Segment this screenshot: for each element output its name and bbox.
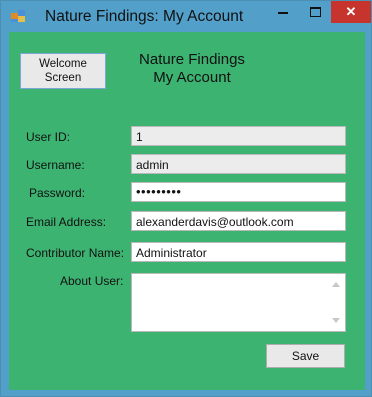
password-label: Password: <box>29 186 86 200</box>
about-user-label: About User: <box>60 274 124 288</box>
user-id-field[interactable]: 1 <box>131 126 346 146</box>
contributor-name-label: Contributor Name: <box>26 246 125 260</box>
about-user-textarea[interactable] <box>131 273 346 332</box>
scroll-down-icon[interactable] <box>332 318 340 323</box>
page-heading: Nature Findings My Account <box>120 51 264 87</box>
close-button[interactable]: ✕ <box>331 1 371 23</box>
maximize-button[interactable] <box>299 1 331 25</box>
welcome-button-line2: Screen <box>44 72 82 84</box>
heading-line2: My Account <box>153 69 231 86</box>
username-label: Username: <box>26 158 85 172</box>
save-button[interactable]: Save <box>266 344 345 368</box>
scroll-up-icon[interactable] <box>332 282 340 287</box>
email-field[interactable]: alexanderdavis@outlook.com <box>131 211 346 231</box>
heading-line1: Nature Findings <box>139 51 245 68</box>
app-icon <box>11 10 25 22</box>
email-label: Email Address: <box>26 215 107 229</box>
about-user-scrollbar[interactable] <box>328 274 345 331</box>
password-field[interactable]: ••••••••• <box>131 182 346 202</box>
username-field[interactable]: admin <box>131 154 346 174</box>
window-title: Nature Findings: My Account <box>45 8 244 25</box>
user-id-label: User ID: <box>26 130 71 144</box>
minimize-button[interactable] <box>267 1 299 25</box>
welcome-button-line1: Welcome <box>39 58 87 70</box>
contributor-name-field[interactable]: Administrator <box>131 242 346 262</box>
welcome-screen-button[interactable]: Welcome Screen <box>20 53 106 89</box>
title-bar[interactable]: Nature Findings: My Account ✕ <box>1 1 371 31</box>
close-icon: ✕ <box>345 4 357 19</box>
